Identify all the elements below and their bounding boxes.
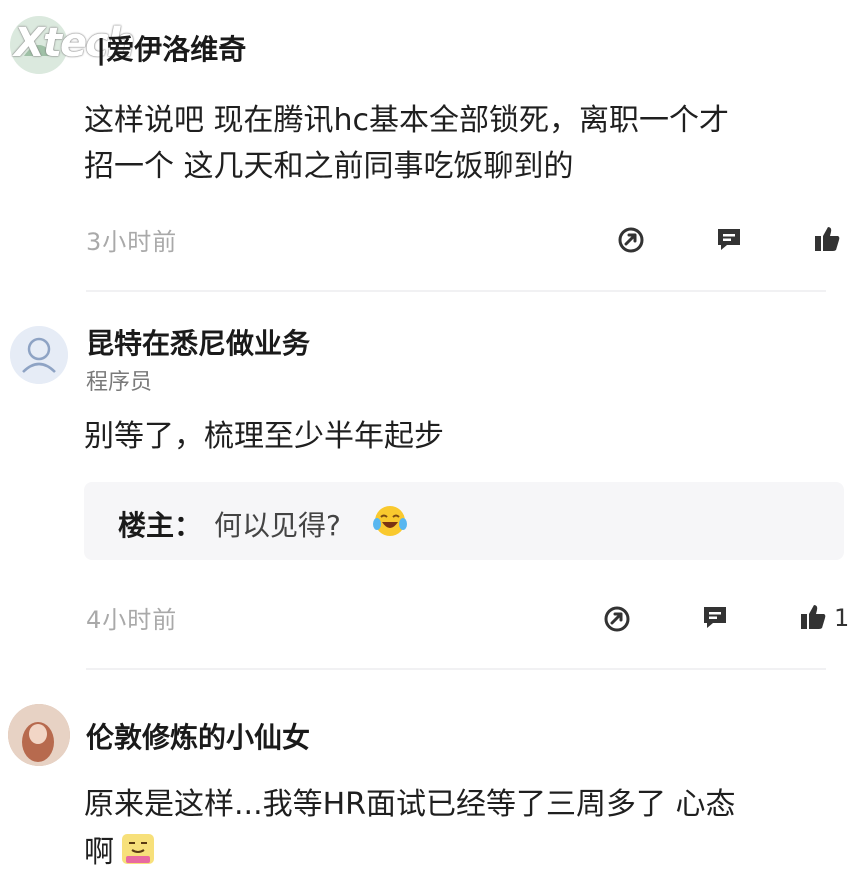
comment-icon bbox=[704, 607, 726, 628]
like-button[interactable] bbox=[796, 600, 830, 634]
share-icon bbox=[618, 227, 644, 253]
comment-text-line: 招一个 这几天和之前同事吃饭聊到的 bbox=[84, 149, 574, 184]
avatar[interactable] bbox=[10, 326, 68, 384]
like-count: 1 bbox=[834, 604, 850, 632]
comment-text-line: 原来是这样...我等HR面试已经等了三周多了 心态 bbox=[84, 787, 736, 822]
avatar[interactable] bbox=[8, 704, 70, 766]
share-button[interactable] bbox=[600, 602, 634, 636]
comment-icon bbox=[718, 229, 740, 250]
timestamp: 3小时前 bbox=[86, 228, 178, 256]
comment-text-line: 别等了，梳理至少半年起步 bbox=[84, 419, 444, 454]
avatar-image bbox=[10, 326, 68, 384]
username[interactable]: 伦敦修炼的小仙女 bbox=[86, 716, 310, 756]
sticker-emoji bbox=[120, 830, 156, 870]
reply-box[interactable]: 楼主： 何以见得? bbox=[84, 482, 844, 560]
laugh-cry-emoji bbox=[372, 504, 408, 542]
share-icon bbox=[604, 606, 630, 632]
timestamp: 4小时前 bbox=[86, 606, 178, 634]
comment-button[interactable] bbox=[698, 600, 732, 634]
like-button[interactable] bbox=[810, 222, 844, 256]
share-button[interactable] bbox=[614, 223, 648, 257]
comment-text-line: 啊 bbox=[84, 835, 114, 870]
thumbs-up-icon bbox=[801, 605, 826, 629]
thumbs-up-icon bbox=[815, 227, 840, 251]
user-role: 程序员 bbox=[86, 370, 153, 395]
username[interactable]: |爱伊洛维奇 bbox=[96, 28, 246, 68]
divider bbox=[86, 290, 826, 292]
username[interactable]: 昆特在悉尼做业务 bbox=[86, 322, 310, 362]
avatar-image bbox=[8, 704, 70, 766]
reply-author: 楼主： bbox=[118, 509, 203, 542]
comment-button[interactable] bbox=[712, 222, 746, 256]
reply-text: 何以见得? bbox=[214, 509, 341, 542]
divider bbox=[86, 668, 826, 670]
